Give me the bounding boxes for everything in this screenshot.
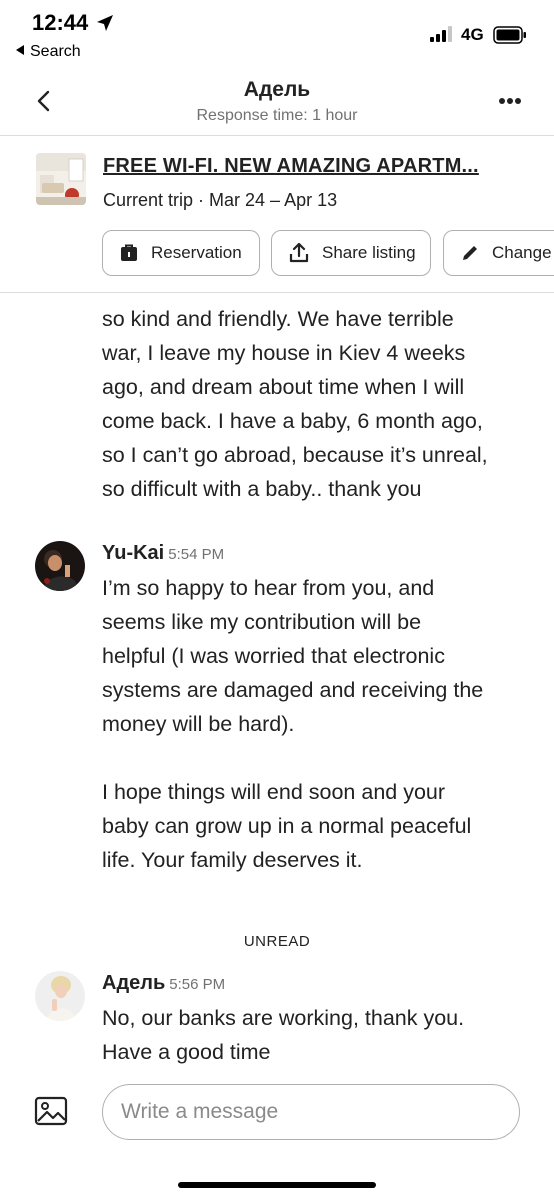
message-line bbox=[102, 741, 483, 775]
avatar[interactable] bbox=[35, 541, 85, 591]
change-button[interactable]: Change bbox=[443, 230, 554, 276]
network-type: 4G bbox=[461, 25, 484, 44]
avatar[interactable] bbox=[35, 971, 85, 1021]
message-input-placeholder: Write a message bbox=[121, 1100, 279, 1123]
share-icon bbox=[289, 242, 309, 263]
battery-icon bbox=[493, 26, 526, 44]
home-indicator[interactable] bbox=[178, 1182, 376, 1188]
message-line: come back. I have a baby, 6 month ago, bbox=[102, 409, 483, 433]
message-sender: Адель 5:56 PM bbox=[102, 972, 225, 995]
reservation-button[interactable]: Reservation bbox=[102, 230, 260, 276]
message-timestamp: 5:56 PM bbox=[169, 976, 226, 993]
sender-name: Адель bbox=[102, 972, 166, 994]
message-line: baby can grow up in a normal peaceful bbox=[102, 814, 472, 838]
sender-name: Yu-Kai bbox=[102, 542, 165, 564]
message-timestamp: 5:54 PM bbox=[168, 546, 225, 563]
message-line: helpful (I was worried that electronic bbox=[102, 644, 445, 668]
conversation-header: Адель Response time: 1 hour bbox=[0, 70, 554, 136]
message-line: systems are damaged and receiving the bbox=[102, 678, 484, 702]
status-bar: 12:44 Search 4G bbox=[0, 0, 554, 70]
message-line: money will be hard). bbox=[102, 712, 295, 736]
reservation-label: Reservation bbox=[151, 243, 242, 262]
briefcase-icon bbox=[121, 244, 137, 261]
message-line: I’m so happy to hear from you, and bbox=[102, 576, 435, 600]
message-line: so difficult with a baby.. thank you bbox=[102, 477, 422, 501]
share-listing-button[interactable]: Share listing bbox=[271, 230, 431, 276]
message-line: seems like my contribution will be bbox=[102, 610, 422, 634]
message-body: No, our banks are working, thank you. Ha… bbox=[102, 1001, 464, 1069]
message-input[interactable]: Write a message bbox=[102, 1084, 520, 1140]
listing-actions: Reservation Share listing Change bbox=[102, 230, 554, 276]
back-to-app-link[interactable]: Search bbox=[16, 43, 81, 61]
trip-dates: Current trip · Mar 24 – Apr 13 bbox=[103, 190, 338, 210]
host-name: Адель bbox=[243, 78, 311, 101]
status-time: 12:44 bbox=[32, 10, 89, 35]
message-body: I’m so happy to hear from you, and seems… bbox=[102, 571, 483, 877]
message-line: No, our banks are working, thank you. bbox=[102, 1006, 465, 1030]
change-label: Change bbox=[492, 243, 552, 262]
unread-divider: UNREAD bbox=[243, 933, 311, 950]
more-options-icon[interactable] bbox=[495, 90, 525, 112]
location-arrow-icon bbox=[97, 15, 113, 31]
message-line: war, I leave my house in Kiev 4 weeks bbox=[102, 341, 466, 365]
listing-thumbnail[interactable] bbox=[36, 153, 86, 205]
message-line: so I can’t go abroad, because it’s unrea… bbox=[102, 443, 488, 467]
listing-title[interactable]: FREE WI-FI. NEW AMAZING APARTM... bbox=[103, 155, 543, 178]
message-line: I hope things will end soon and your bbox=[102, 780, 446, 804]
share-listing-label: Share listing bbox=[322, 243, 416, 262]
listing-summary: FREE WI-FI. NEW AMAZING APARTM... Curren… bbox=[0, 137, 554, 293]
message-line: life. Your family deserves it. bbox=[102, 848, 363, 872]
message-line: so kind and friendly. We have terrible bbox=[102, 307, 454, 331]
message-sender: Yu-Kai 5:54 PM bbox=[102, 542, 224, 565]
message-line: ago, and dream about time when I will bbox=[102, 375, 465, 399]
photo-icon[interactable] bbox=[34, 1096, 68, 1126]
message-body: so kind and friendly. We have terrible w… bbox=[102, 302, 488, 506]
back-app-label: Search bbox=[30, 43, 81, 60]
pencil-icon bbox=[463, 246, 477, 260]
message-line: Have a good time bbox=[102, 1040, 271, 1064]
cellular-signal-icon bbox=[430, 26, 452, 42]
back-triangle-icon bbox=[16, 45, 24, 55]
response-time: Response time: 1 hour bbox=[196, 107, 358, 124]
